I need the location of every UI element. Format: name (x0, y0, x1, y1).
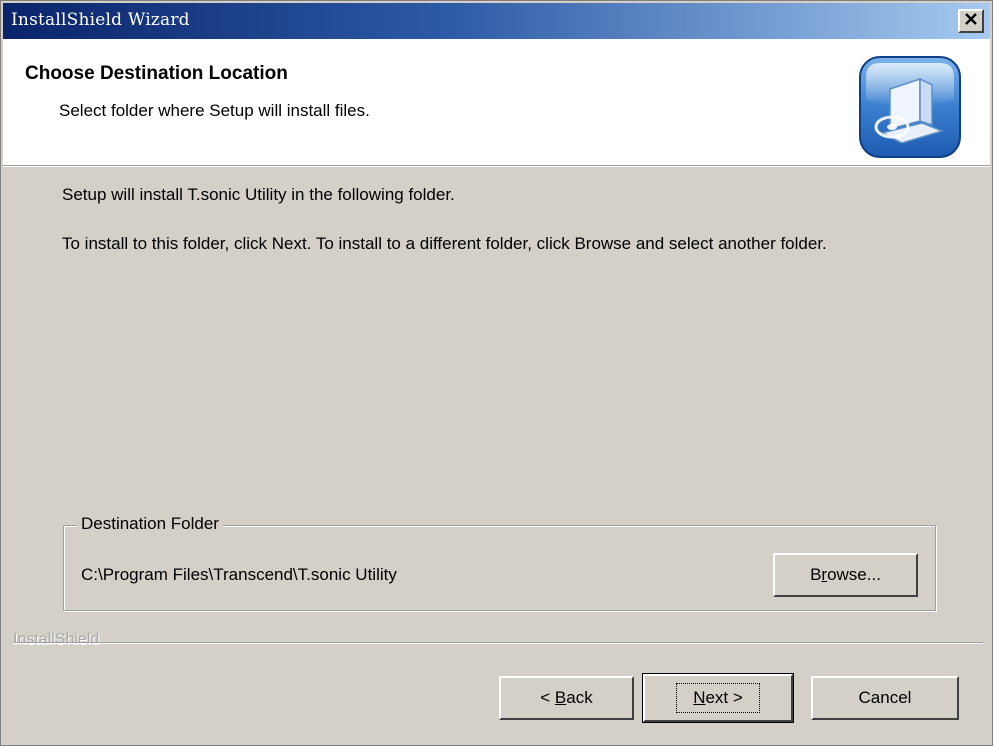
browse-label-pre: B (810, 565, 822, 584)
installshield-wizard-window: InstallShield Wizard Choose Destination … (0, 0, 993, 746)
next-focus-rect: Next > (676, 683, 760, 713)
page-subtitle: Select folder where Setup will install f… (59, 101, 370, 120)
browse-label-post: owse... (827, 565, 881, 584)
window-title: InstallShield Wizard (11, 10, 190, 30)
destination-folder-legend: Destination Folder (77, 514, 223, 534)
computer-cd-icon (858, 55, 962, 159)
back-label-pre: < (540, 688, 555, 707)
wizard-header: Choose Destination Location Select folde… (3, 39, 990, 166)
footer-separator (13, 642, 983, 644)
close-button[interactable] (958, 9, 984, 33)
intro-text: Setup will install T.sonic Utility in th… (62, 185, 455, 204)
title-bar[interactable]: InstallShield Wizard (3, 3, 990, 39)
next-accelerator: N (693, 688, 706, 707)
cancel-button[interactable]: Cancel (811, 676, 959, 720)
instructions-text: To install to this folder, click Next. T… (62, 234, 827, 253)
back-label-post: ack (566, 688, 593, 707)
next-label-post: ext > (705, 688, 743, 707)
installshield-brand: InstallShield (13, 631, 108, 649)
close-icon (964, 12, 978, 31)
browse-button[interactable]: Br owse... (773, 553, 918, 597)
page-title: Choose Destination Location (25, 63, 288, 84)
destination-path: C:\Program Files\Transcend\T.sonic Utili… (81, 565, 397, 584)
back-button[interactable]: < Back (499, 676, 634, 720)
back-accelerator: B (554, 688, 567, 707)
next-button[interactable]: Next > (642, 673, 794, 723)
